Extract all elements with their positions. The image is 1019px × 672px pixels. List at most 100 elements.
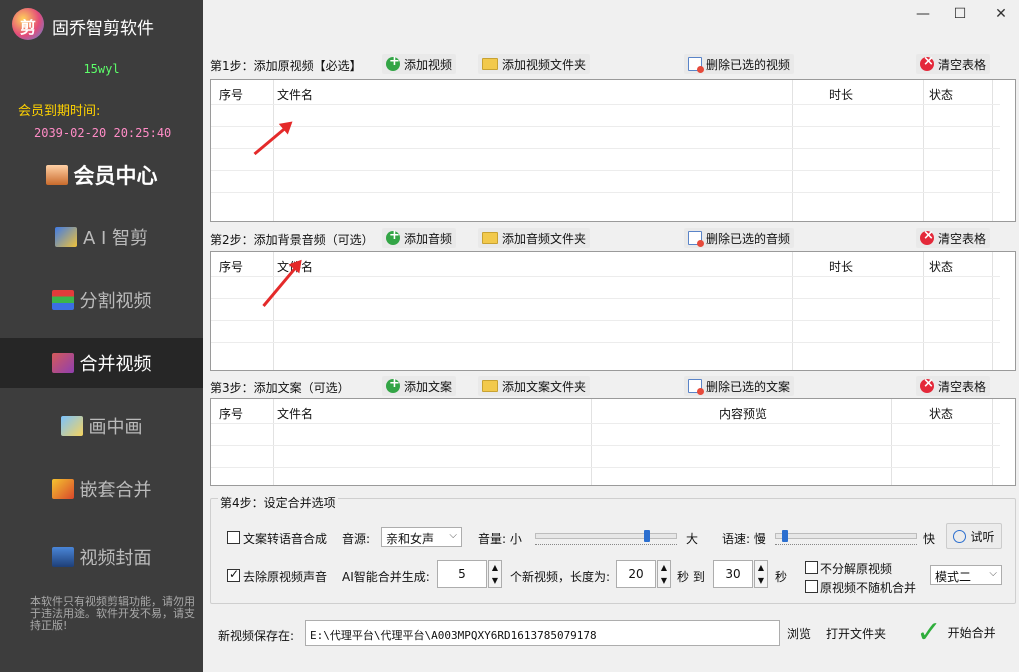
min-length-input[interactable]: 20 bbox=[616, 560, 656, 588]
ai-icon bbox=[54, 227, 77, 247]
no-split-label: 不分解原视频 bbox=[820, 562, 893, 576]
delete-selected-text-button[interactable]: 删除已选的文案 bbox=[684, 376, 795, 396]
save-path-input[interactable]: E:\代理平台\代理平台\A003MPQXY6RD1613785079178 bbox=[305, 620, 780, 646]
app-logo-icon: 剪 bbox=[12, 8, 44, 40]
vip-person-icon bbox=[45, 165, 68, 185]
chevron-down-icon: ⌵ bbox=[989, 568, 997, 579]
add-audio-button[interactable]: 添加音频 bbox=[382, 228, 457, 248]
delete-icon bbox=[688, 379, 704, 395]
speed-slider-thumb[interactable] bbox=[781, 530, 788, 542]
clear-table-button[interactable]: 清空表格 bbox=[916, 376, 991, 396]
clear-table-button[interactable]: 清空表格 bbox=[916, 54, 991, 74]
col-status: 状态 bbox=[929, 260, 954, 274]
speed-slider[interactable] bbox=[775, 533, 917, 539]
col-filename: 文件名 bbox=[277, 407, 314, 421]
close-button[interactable]: ✕ bbox=[990, 6, 1012, 22]
col-preview: 内容预览 bbox=[719, 407, 768, 421]
save-path-label: 新视频保存在: bbox=[218, 629, 295, 643]
max-length-input[interactable]: 30 bbox=[713, 560, 753, 588]
ai-gen-label: AI智能合并生成: bbox=[342, 570, 430, 584]
volume-slider-thumb[interactable] bbox=[643, 530, 650, 542]
play-icon bbox=[953, 529, 967, 543]
add-text-folder-button[interactable]: 添加文案文件夹 bbox=[478, 376, 591, 396]
add-video-button[interactable]: 添加视频 bbox=[382, 54, 457, 74]
folder-icon bbox=[482, 58, 498, 70]
nest-icon bbox=[51, 479, 74, 499]
delete-selected-video-button[interactable]: 删除已选的视频 bbox=[684, 54, 795, 74]
voice-select[interactable]: 亲和女声 ⌵ bbox=[381, 527, 462, 547]
sidebar-item-pip[interactable]: 画中画 bbox=[0, 401, 203, 451]
col-duration: 时长 bbox=[829, 88, 854, 102]
sidebar-item-video-cover[interactable]: 视频封面 bbox=[0, 532, 203, 582]
clear-icon bbox=[920, 54, 934, 71]
audio-table[interactable]: 序号 文件名 时长 状态 bbox=[210, 251, 1016, 371]
sidebar-item-nest-merge[interactable]: 嵌套合并 bbox=[0, 464, 203, 514]
clear-icon bbox=[920, 376, 934, 393]
folder-icon bbox=[482, 380, 498, 392]
sidebar-item-label: 分割视频 bbox=[79, 291, 152, 312]
step1-label: 第1步：添加原视频【必选】 bbox=[210, 59, 362, 73]
disclaimer-note: 本软件只有视频剪辑功能，请勿用于违法用途。软件开发不易，请支持正版! bbox=[30, 595, 195, 632]
split-icon bbox=[51, 290, 74, 310]
checkmark-icon: ✓ bbox=[916, 614, 942, 650]
cover-icon bbox=[51, 547, 74, 567]
no-random-checkbox[interactable] bbox=[805, 580, 818, 593]
minimize-button[interactable]: — bbox=[912, 6, 934, 22]
app-title: 固乔智剪软件 bbox=[52, 19, 154, 39]
sidebar-item-merge-video[interactable]: 合并视频 bbox=[0, 338, 203, 388]
sidebar-item-label: 会员中心 bbox=[73, 163, 158, 188]
sidebar-item-label: 画中画 bbox=[88, 417, 143, 438]
maximize-button[interactable]: ☐ bbox=[949, 6, 971, 22]
video-table[interactable]: 序号 文件名 时长 状态 bbox=[210, 79, 1016, 222]
text-table[interactable]: 序号 文件名 内容预览 状态 bbox=[210, 398, 1016, 486]
voice-label: 音源: bbox=[342, 532, 371, 546]
video-count-spinner[interactable]: ▲ ▼ bbox=[488, 560, 502, 588]
max-length-spinner[interactable]: ▲ ▼ bbox=[754, 560, 768, 588]
speed-label: 语速: 慢 bbox=[722, 532, 766, 546]
start-merge-button[interactable]: ✓ 开始合并 bbox=[904, 612, 1008, 652]
try-listen-button[interactable]: 试听 bbox=[946, 523, 1002, 549]
clear-icon bbox=[920, 228, 934, 245]
clear-table-button[interactable]: 清空表格 bbox=[916, 228, 991, 248]
col-status: 状态 bbox=[929, 88, 954, 102]
open-folder-button[interactable]: 打开文件夹 bbox=[822, 620, 890, 646]
step3-label: 第3步：添加文案（可选） bbox=[210, 381, 350, 395]
no-random-label: 原视频不随机合并 bbox=[820, 581, 917, 595]
volume-slider[interactable] bbox=[535, 533, 677, 539]
remove-audio-checkbox[interactable] bbox=[227, 567, 240, 582]
sidebar-item-ai-cut[interactable]: A I 智剪 bbox=[0, 212, 203, 262]
no-split-checkbox[interactable] bbox=[805, 561, 818, 574]
add-video-folder-button[interactable]: 添加视频文件夹 bbox=[478, 54, 591, 74]
volume-max-label: 大 bbox=[686, 532, 699, 546]
merge-icon bbox=[51, 353, 74, 373]
sidebar-item-label: A I 智剪 bbox=[82, 228, 149, 249]
sidebar-item-split-video[interactable]: 分割视频 bbox=[0, 275, 203, 325]
chevron-down-icon: ⌵ bbox=[449, 530, 457, 541]
sidebar-item-vip-center[interactable]: 会员中心 bbox=[0, 150, 203, 200]
col-index: 序号 bbox=[219, 88, 244, 102]
video-count-input[interactable]: 5 bbox=[437, 560, 487, 588]
folder-icon bbox=[482, 232, 498, 244]
min-length-spinner[interactable]: ▲ ▼ bbox=[657, 560, 671, 588]
step2-label: 第2步：添加背景音频（可选） bbox=[210, 233, 374, 247]
sidebar: 剪 固乔智剪软件 15wyl 会员到期时间: 2039-02-20 20:25:… bbox=[0, 0, 203, 672]
mode-select[interactable]: 模式二 ⌵ bbox=[930, 565, 1002, 585]
remove-audio-label: 去除原视频声音 bbox=[243, 570, 328, 584]
volume-label: 音量: 小 bbox=[478, 532, 522, 546]
delete-icon bbox=[688, 231, 704, 247]
step4-label: 第4步：设定合并选项 bbox=[218, 494, 338, 511]
delete-icon bbox=[688, 57, 704, 73]
sidebar-item-label: 视频封面 bbox=[79, 548, 152, 569]
browse-button[interactable]: 浏览 bbox=[784, 620, 814, 646]
add-audio-folder-button[interactable]: 添加音频文件夹 bbox=[478, 228, 591, 248]
pip-icon bbox=[60, 416, 83, 436]
vip-expire-label: 会员到期时间: bbox=[18, 104, 101, 119]
speed-max-label: 快 bbox=[923, 532, 936, 546]
add-text-button[interactable]: 添加文案 bbox=[382, 376, 457, 396]
add-icon bbox=[386, 376, 400, 393]
tts-checkbox[interactable] bbox=[227, 531, 240, 544]
col-status: 状态 bbox=[929, 407, 954, 421]
add-icon bbox=[386, 54, 400, 71]
count-suffix-label: 个新视频，长度为: bbox=[510, 570, 611, 584]
delete-selected-audio-button[interactable]: 删除已选的音频 bbox=[684, 228, 795, 248]
